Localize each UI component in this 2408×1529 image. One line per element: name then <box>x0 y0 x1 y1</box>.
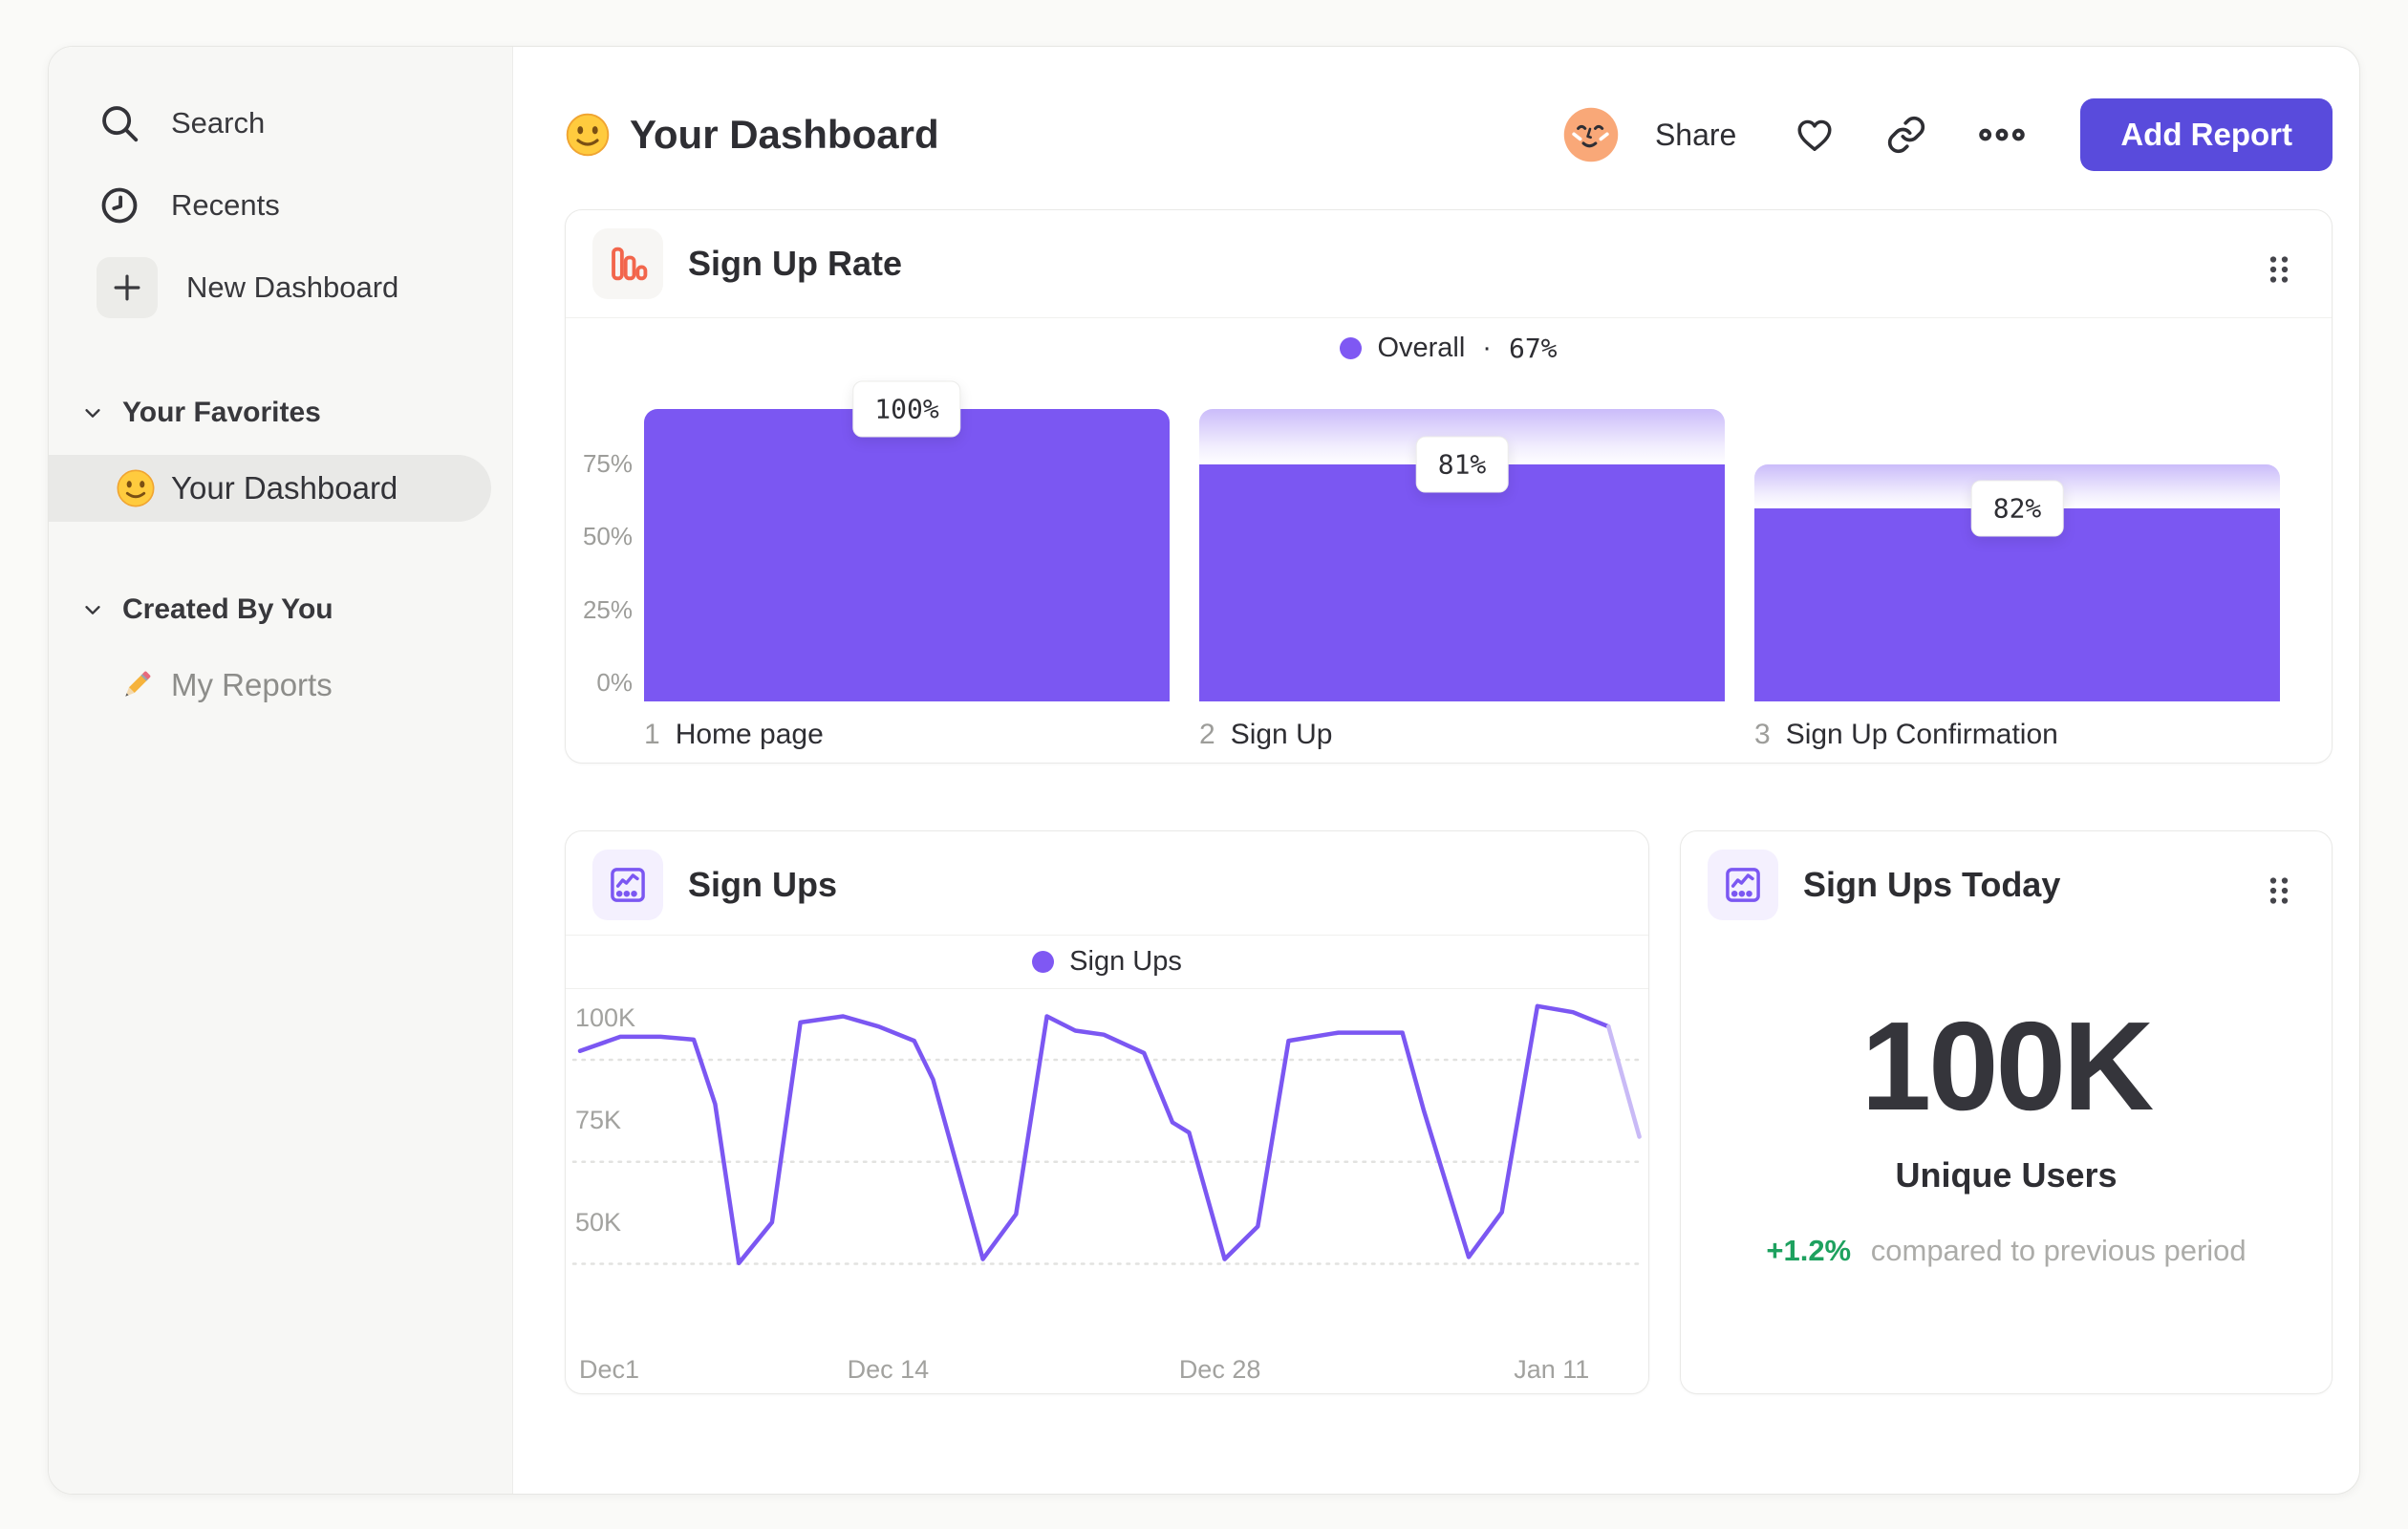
sidebar-item-recents[interactable]: Recents <box>49 164 512 247</box>
line-x-tick: Dec 28 <box>1178 1355 1261 1384</box>
funnel-value-label: 81% <box>1415 436 1509 493</box>
line-y-tick: 75K <box>575 1105 622 1134</box>
sign-ups-card: Sign Ups Sign Ups 100K 75K 50K Dec1 Dec 14 De… <box>565 830 1649 1394</box>
sidebar: Search Recents New Dashboard Your Favori… <box>49 47 513 1494</box>
dashboard-header: Your Dashboard Share Add Report <box>565 97 2333 173</box>
sidebar-item-your-dashboard[interactable]: Your Dashboard <box>49 455 491 522</box>
funnel-value-label: 82% <box>1970 480 2064 537</box>
sign-ups-today-card: Sign Ups Today 100K Unique Users +1.2% c… <box>1680 830 2333 1394</box>
funnel-y-tick: 75% <box>582 448 633 478</box>
funnel-y-tick: 50% <box>582 522 633 550</box>
funnel-value-label: 100% <box>852 380 961 438</box>
funnel-step-label: 3 Sign Up Confirmation <box>1754 719 2058 750</box>
legend-dot <box>1032 951 1055 973</box>
sign-ups-card-header: Sign Ups <box>566 831 1648 938</box>
section-label: Your Favorites <box>122 397 321 428</box>
drag-handle-icon[interactable] <box>2265 873 2293 913</box>
funnel-bar-1[interactable] <box>644 409 1170 701</box>
funnel-bar-2[interactable] <box>1199 464 1725 701</box>
line-chart-icon <box>1708 850 1778 920</box>
funnel-bar-3[interactable] <box>1754 508 2280 701</box>
plus-icon <box>97 257 158 318</box>
card-title: Sign Ups Today <box>1803 865 2061 904</box>
page-title: Your Dashboard <box>565 112 939 158</box>
search-icon <box>97 100 142 146</box>
sign-ups-today-card-header: Sign Ups Today <box>1681 831 2332 938</box>
more-options-icon[interactable] <box>1977 114 2027 156</box>
metric-label: Unique Users <box>1895 1155 2118 1195</box>
sign-up-rate-card: Sign Up Rate Overall · 67% 75% 50% 25% 0% 10… <box>565 209 2333 764</box>
line-y-tick: 100K <box>575 1003 636 1032</box>
sign-up-rate-card-header: Sign Up Rate <box>566 210 2332 317</box>
app-window: Search Recents New Dashboard Your Favori… <box>48 46 2360 1495</box>
main-content: Your Dashboard Share Add Report Sign Up … <box>513 47 2359 1494</box>
sidebar-item-label: Recents <box>171 188 280 222</box>
delta-value: +1.2% <box>1766 1234 1852 1267</box>
delta-note: compared to previous period <box>1870 1234 2247 1267</box>
funnel-step-label: 2 Sign Up <box>1199 719 1333 750</box>
drag-handle-icon[interactable] <box>2265 252 2293 291</box>
sidebar-item-label: My Reports <box>171 667 333 702</box>
funnel-step-label: 1 Home page <box>644 719 824 750</box>
copy-link-icon[interactable] <box>1885 114 1927 156</box>
funnel-legend: Overall · 67% <box>566 318 2332 377</box>
sidebar-item-label: New Dashboard <box>186 270 399 304</box>
share-button[interactable]: Share <box>1655 118 1736 153</box>
pencil-emoji <box>116 665 156 705</box>
line-legend: Sign Ups <box>566 936 1648 989</box>
page-title-text: Your Dashboard <box>630 112 939 157</box>
line-chart-svg <box>571 1003 1642 1266</box>
bar-chart-icon <box>592 228 663 299</box>
metric-delta: +1.2% compared to previous period <box>1681 1234 2332 1268</box>
sidebar-item-my-reports[interactable]: My Reports <box>49 652 491 719</box>
line-chart <box>566 990 1647 1372</box>
funnel-y-tick: 25% <box>582 594 633 624</box>
chevron-down-icon <box>82 599 103 620</box>
section-label: Created By You <box>122 593 333 625</box>
section-header-your-favorites[interactable]: Your Favorites <box>49 384 512 441</box>
card-title: Sign Up Rate <box>688 244 903 283</box>
legend-item-overall[interactable]: Overall · 67% <box>1340 333 1558 364</box>
legend-item-sign-ups[interactable]: Sign Ups <box>1032 946 1182 978</box>
sidebar-item-label: Your Dashboard <box>171 470 398 506</box>
avatar[interactable] <box>1561 105 1621 164</box>
card-title: Sign Ups <box>688 865 838 904</box>
sidebar-section-created-by-you: Created By You My Reports <box>49 581 512 719</box>
sidebar-item-search[interactable]: Search <box>49 82 512 164</box>
sidebar-section-your-favorites: Your Favorites Your Dashboard <box>49 384 512 522</box>
smiley-emoji <box>116 468 156 508</box>
metric-value: 100K <box>1860 996 2155 1136</box>
legend-dot <box>1340 336 1363 359</box>
clock-icon <box>97 183 142 228</box>
sidebar-item-label: Search <box>171 106 266 140</box>
line-y-tick: 50K <box>575 1207 622 1237</box>
line-x-tick: Jan 11 <box>1514 1355 1590 1384</box>
favorite-heart-icon[interactable] <box>1794 114 1836 156</box>
funnel-y-tick: 0% <box>596 668 633 697</box>
line-x-tick: Dec 14 <box>847 1355 930 1384</box>
funnel-chart: 75% 50% 25% 0% 100% 1 Home page 81% 2 Sign Up 82% 3… <box>566 375 2332 763</box>
add-report-button[interactable]: Add Report <box>2080 98 2333 171</box>
smiley-emoji <box>565 112 611 158</box>
sidebar-item-new-dashboard[interactable]: New Dashboard <box>49 247 512 329</box>
header-actions: Share Add Report <box>1561 98 2333 171</box>
line-chart-icon <box>592 850 663 920</box>
line-x-tick: Dec1 <box>579 1355 640 1384</box>
chevron-down-icon <box>82 402 103 423</box>
section-header-created-by-you[interactable]: Created By You <box>49 581 512 638</box>
